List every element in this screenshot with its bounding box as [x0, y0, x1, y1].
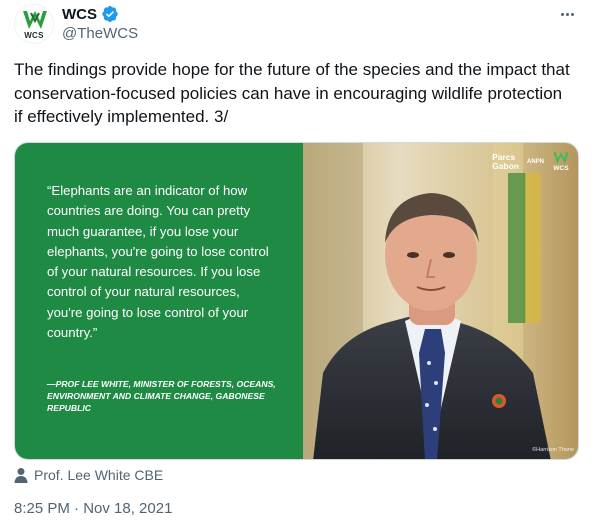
tweet-media[interactable]: “Elephants are an indicator of how count…: [14, 142, 579, 460]
avatar-label: WCS: [24, 31, 44, 40]
portrait-photo: Parcs Gabon ANPN WCS ©Harrison Thane: [303, 143, 578, 459]
tagged-user[interactable]: Prof. Lee White CBE: [14, 466, 163, 484]
photo-credit: ©Harrison Thane: [532, 447, 574, 453]
more-icon[interactable]: [554, 4, 580, 24]
wcs-logo: WCS: [552, 151, 570, 172]
wcs-logo-icon: [553, 152, 569, 164]
quote-panel: “Elephants are an indicator of how count…: [15, 143, 303, 459]
tweet-header: WCS WCS @TheWCS: [14, 4, 580, 44]
tweet-text: The findings provide hope for the future…: [14, 60, 570, 126]
avatar[interactable]: WCS: [14, 4, 54, 44]
portrait-illustration: [303, 143, 578, 459]
parcs-gabon-logo: Parcs Gabon: [492, 151, 519, 171]
partner-logos: Parcs Gabon ANPN WCS: [492, 151, 570, 172]
user-handle[interactable]: @TheWCS: [62, 25, 138, 42]
quote-attribution: —PROF LEE WHITE, MINISTER OF FORESTS, OC…: [47, 379, 276, 413]
display-name[interactable]: WCS: [62, 6, 97, 23]
wcs-logo-icon: [23, 11, 47, 29]
person-icon: [14, 468, 28, 483]
timestamp[interactable]: 8:25 PM · Nov 18, 2021: [14, 500, 172, 517]
tagged-user-name: Prof. Lee White CBE: [34, 467, 164, 483]
anpn-logo: ANPN: [526, 158, 544, 165]
verified-badge-icon: [102, 5, 118, 23]
quote-text: “Elephants are an indicator of how count…: [47, 183, 269, 341]
